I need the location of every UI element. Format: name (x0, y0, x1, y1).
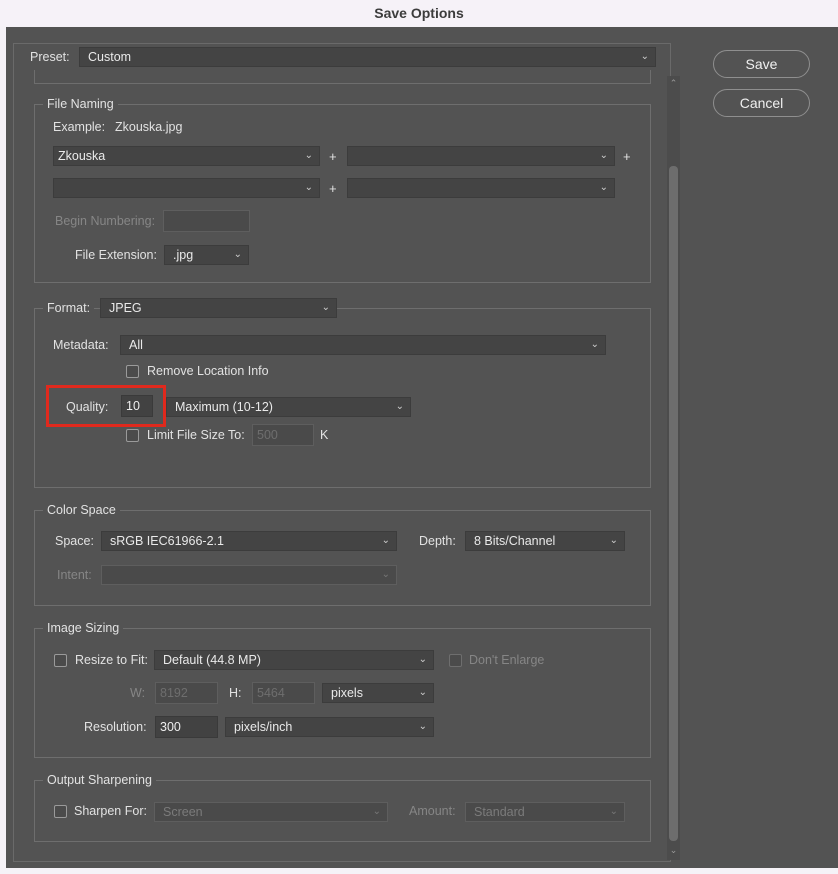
format-label: Format: (43, 298, 95, 318)
scroll-down-arrow-icon[interactable]: ⌄ (667, 845, 680, 855)
preset-select[interactable]: Custom ⌄ (79, 47, 656, 67)
dont-enlarge-label: Don't Enlarge (469, 653, 545, 667)
height-input[interactable]: 5464 (252, 682, 315, 704)
sharpen-for-checkbox[interactable] (54, 805, 67, 818)
save-button[interactable]: Save (713, 50, 810, 78)
intent-select[interactable]: ⌄ (101, 565, 397, 585)
example-label: Example: (53, 120, 106, 134)
name-field-2[interactable]: ⌄ (347, 146, 615, 166)
name-field-1[interactable]: Zkouska ⌄ (53, 146, 320, 166)
depth-label: Depth: (419, 534, 456, 548)
size-units-select[interactable]: pixels ⌄ (322, 683, 434, 703)
scrollbar-thumb[interactable] (669, 166, 678, 841)
sharpen-for-select[interactable]: Screen ⌄ (154, 802, 388, 822)
width-label: W: (130, 686, 146, 700)
chevron-down-icon: ⌄ (395, 401, 404, 412)
chevron-down-icon: ⌄ (640, 51, 649, 62)
begin-numbering-label: Begin Numbering: (55, 214, 156, 228)
amount-select[interactable]: Standard ⌄ (465, 802, 625, 822)
chevron-down-icon: ⌄ (304, 150, 313, 161)
scroll-up-arrow-icon[interactable]: ⌃ (667, 78, 680, 88)
chevron-down-icon: ⌄ (418, 654, 427, 665)
chevron-down-icon: ⌄ (321, 302, 330, 313)
quality-preset-select[interactable]: Maximum (10-12) ⌄ (166, 397, 411, 417)
preset-divider (34, 70, 651, 84)
chevron-down-icon: ⌄ (233, 249, 242, 260)
amount-value: Standard (474, 805, 525, 819)
remove-location-checkbox[interactable] (126, 365, 139, 378)
resolution-input[interactable]: 300 (155, 716, 218, 738)
chevron-down-icon: ⌄ (609, 806, 618, 817)
chevron-down-icon: ⌄ (609, 535, 618, 546)
image-sizing-legend: Image Sizing (43, 618, 124, 638)
chevron-down-icon: ⌄ (381, 535, 390, 546)
plus-sign: + (329, 181, 337, 196)
chevron-down-icon: ⌄ (381, 569, 390, 580)
resolution-units-select[interactable]: pixels/inch ⌄ (225, 717, 434, 737)
format-select[interactable]: JPEG ⌄ (100, 298, 337, 318)
preset-label: Preset: (26, 47, 74, 67)
resize-to-fit-checkbox[interactable] (54, 654, 67, 667)
name-field-3[interactable]: ⌄ (53, 178, 320, 198)
width-input[interactable]: 8192 (155, 682, 218, 704)
window-title: Save Options (0, 0, 838, 26)
metadata-label: Metadata: (53, 338, 109, 352)
resize-to-fit-value: Default (44.8 MP) (163, 653, 261, 667)
intent-label: Intent: (57, 568, 92, 582)
color-space-group (34, 510, 651, 606)
size-units-value: pixels (331, 686, 363, 700)
chevron-down-icon: ⌄ (590, 339, 599, 350)
sharpen-for-value: Screen (163, 805, 203, 819)
preset-value: Custom (88, 50, 132, 64)
resolution-label: Resolution: (84, 720, 147, 734)
amount-label: Amount: (409, 804, 456, 818)
metadata-select[interactable]: All ⌄ (120, 335, 606, 355)
height-label: H: (229, 686, 242, 700)
resize-to-fit-label: Resize to Fit: (75, 653, 148, 667)
quality-preset-value: Maximum (10-12) (175, 400, 273, 414)
chevron-down-icon: ⌄ (304, 182, 313, 193)
chevron-down-icon: ⌄ (599, 182, 608, 193)
depth-select[interactable]: 8 Bits/Channel ⌄ (465, 531, 625, 551)
chevron-down-icon: ⌄ (418, 721, 427, 732)
output-sharpening-legend: Output Sharpening (43, 770, 156, 790)
name-field-1-value: Zkouska (58, 149, 106, 163)
space-label: Space: (55, 534, 94, 548)
remove-location-label: Remove Location Info (147, 364, 269, 378)
space-value: sRGB IEC61966-2.1 (110, 534, 224, 548)
quality-label: Quality: (66, 400, 109, 414)
sharpen-for-label: Sharpen For: (74, 804, 147, 818)
color-space-legend: Color Space (43, 500, 120, 520)
chevron-down-icon: ⌄ (372, 806, 381, 817)
begin-numbering-input[interactable] (163, 210, 250, 232)
quality-input[interactable]: 10 (121, 395, 153, 417)
file-extension-select[interactable]: .jpg ⌄ (164, 245, 249, 265)
chevron-down-icon: ⌄ (418, 687, 427, 698)
depth-value: 8 Bits/Channel (474, 534, 556, 548)
resolution-units-value: pixels/inch (234, 720, 293, 734)
example-value: Zkouska.jpg (115, 120, 183, 134)
limit-file-size-label: Limit File Size To: (147, 428, 245, 442)
limit-file-size-unit: K (320, 428, 329, 442)
dont-enlarge-checkbox[interactable] (449, 654, 462, 667)
plus-sign: + (329, 149, 337, 164)
format-value: JPEG (109, 301, 142, 315)
limit-file-size-checkbox[interactable] (126, 429, 139, 442)
file-extension-label: File Extension: (75, 248, 157, 262)
file-extension-value: .jpg (173, 248, 194, 262)
chevron-down-icon: ⌄ (599, 150, 608, 161)
limit-file-size-input[interactable]: 500 (252, 424, 314, 446)
cancel-button[interactable]: Cancel (713, 89, 810, 117)
file-naming-legend: File Naming (43, 94, 118, 114)
metadata-value: All (129, 338, 143, 352)
resize-to-fit-select[interactable]: Default (44.8 MP) ⌄ (154, 650, 434, 670)
space-select[interactable]: sRGB IEC61966-2.1 ⌄ (101, 531, 397, 551)
name-field-4[interactable]: ⌄ (347, 178, 615, 198)
plus-sign: + (623, 149, 631, 164)
